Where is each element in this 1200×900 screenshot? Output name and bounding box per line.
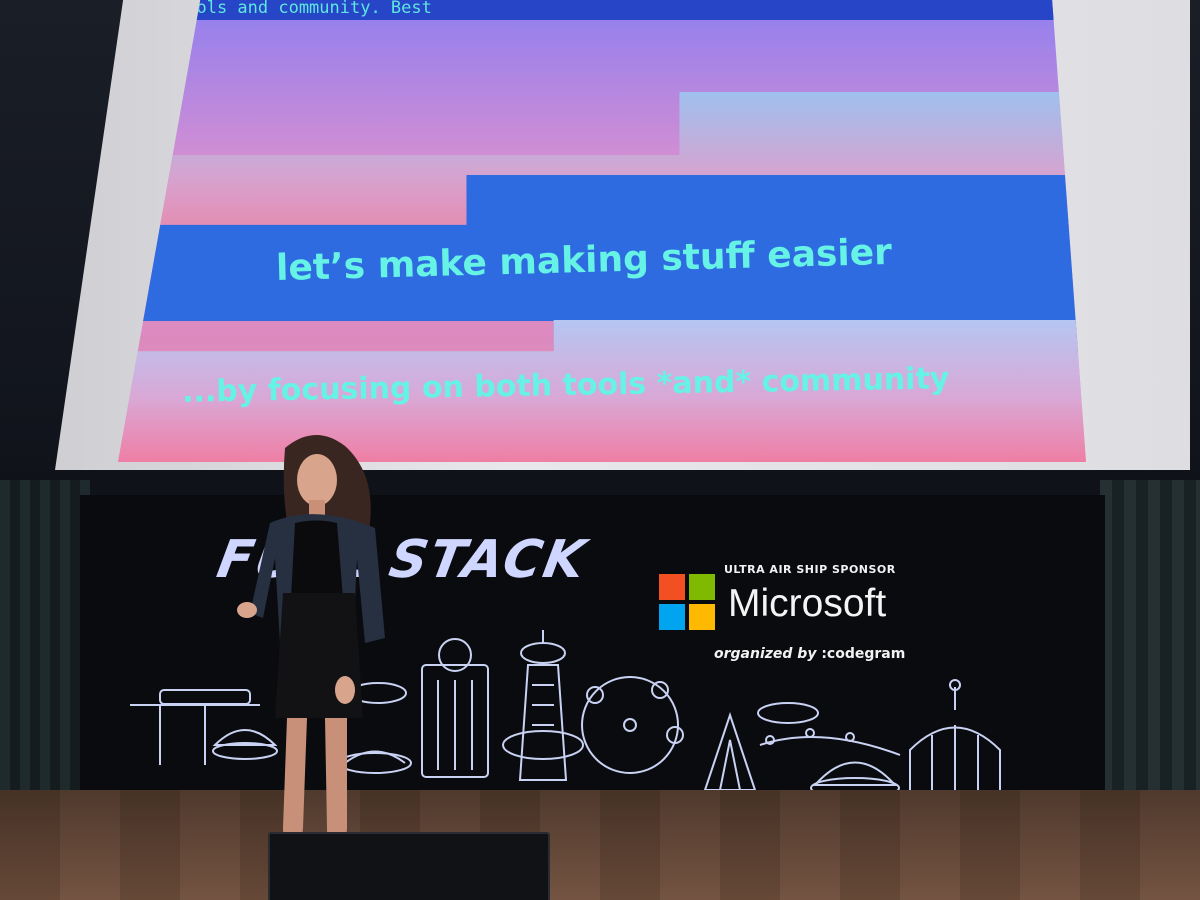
- ms-logo-green-square: [689, 574, 715, 600]
- stage-curtain-right: [1100, 480, 1200, 840]
- sponsor-caption: ULTRA AIR SHIP SPONSOR: [724, 563, 896, 576]
- stage-monitor: [268, 832, 550, 900]
- sponsor-name: Microsoft: [728, 582, 887, 625]
- ms-logo-red-square: [659, 574, 685, 600]
- conference-stage-photo: tools and community. Best let’s make mak…: [0, 0, 1200, 900]
- stage-floor-shade: [0, 790, 1200, 900]
- presentation-slide: tools and community. Best let’s make mak…: [118, 0, 1086, 462]
- stage-curtain-left: [0, 480, 90, 810]
- microsoft-logo-icon: [659, 574, 715, 630]
- speaker-figure: [237, 434, 385, 898]
- slide-top-text: tools and community. Best: [176, 0, 432, 18]
